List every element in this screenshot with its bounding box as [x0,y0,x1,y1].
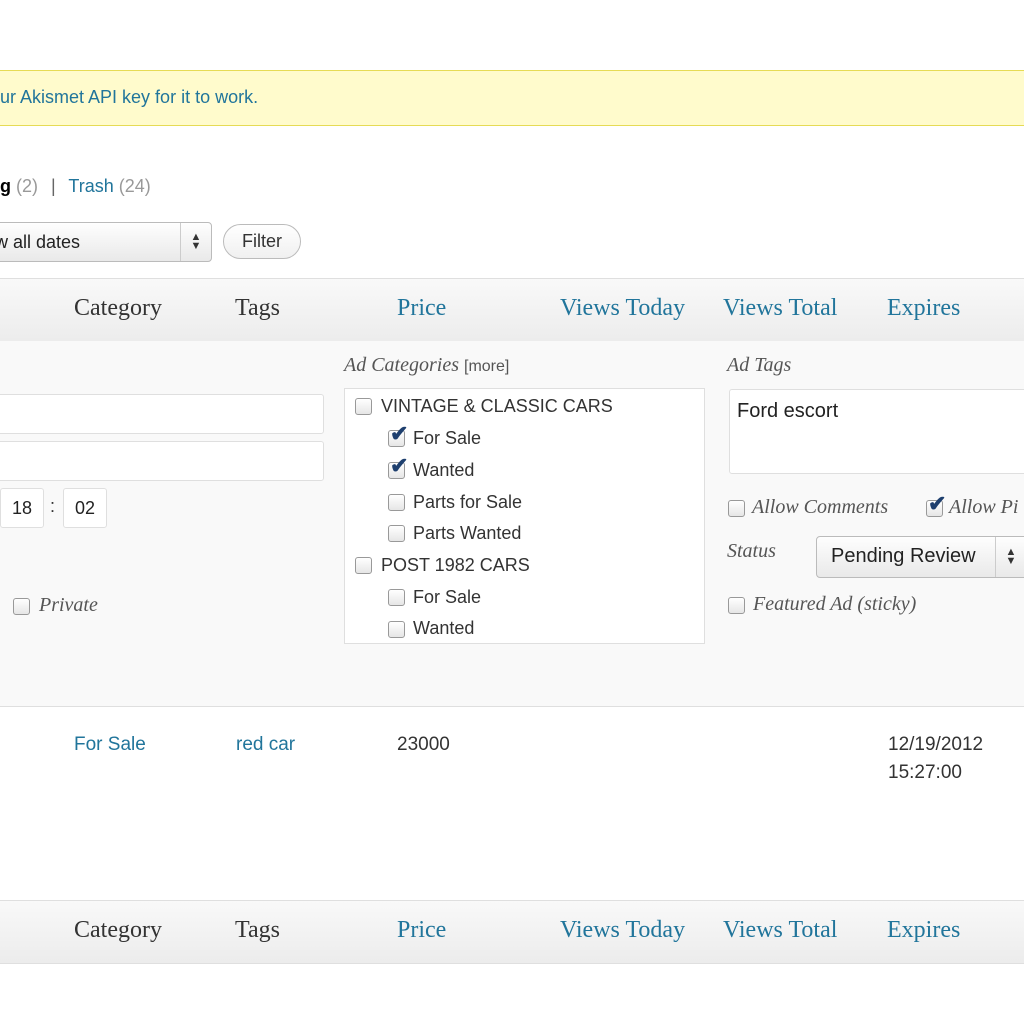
private-label: Private [39,594,98,616]
category-checkbox-vintage-for-sale[interactable]: ✔ [388,423,408,447]
row-expires-time: 15:27:00 [888,762,962,783]
row-tags-link[interactable]: red car [236,734,295,756]
category-label-post-1982-for-sale: For Sale [413,587,482,607]
category-checkbox-post-1982-wanted[interactable] [388,621,405,638]
trash-count: (24) [118,176,151,196]
akismet-notice: ur Akismet API key for it to work. [0,70,1024,126]
table-header-bottom: Category Tags Price Views Today Views To… [0,900,1024,964]
time-separator: : [50,496,56,516]
notice-text: ur Akismet API key for it to work. [0,87,259,107]
column-expires[interactable]: Expires [887,917,960,944]
ad-categories-title: Ad Categories [more] [344,354,509,377]
slug-input[interactable] [0,441,324,481]
hour-input[interactable]: 18 [0,488,44,528]
category-label-post-1982-wanted: Wanted [413,618,475,638]
ad-tags-textarea[interactable]: Ford escort [729,389,1024,474]
column-category: Category [74,295,162,321]
ad-tags-value: Ford escort [737,400,839,422]
category-label-parts-wanted: Parts Wanted [413,523,522,543]
date-filter-value: w all dates [0,232,81,252]
column-views-total[interactable]: Views Total [723,917,837,944]
category-label-parts-for-sale: Parts for Sale [413,492,523,512]
checkmark-icon: ✔ [390,453,409,478]
category-checkbox-vintage[interactable] [355,398,372,415]
column-views-today[interactable]: Views Today [560,295,685,322]
status-link-pending[interactable]: g [0,176,11,196]
minute-input[interactable]: 02 [63,488,107,528]
column-category: Category [74,917,162,943]
table-header-top: Category Tags Price Views Today Views To… [0,278,1024,342]
ad-categories-title-text: Ad Categories [344,354,459,376]
private-checkbox[interactable] [13,598,30,615]
allow-pings-checkbox[interactable]: ✔ [926,493,946,517]
column-expires[interactable]: Expires [887,295,960,322]
column-tags: Tags [235,295,280,321]
status-link-trash[interactable]: Trash [68,176,113,196]
ad-tags-title: Ad Tags [727,354,792,376]
allow-comments-label: Allow Comments [752,496,889,518]
category-label-vintage: VINTAGE & CLASSIC CARS [381,396,613,416]
status-label: Status [727,540,776,562]
row-price: 23000 [397,734,450,755]
column-views-total[interactable]: Views Total [723,295,837,322]
status-value: Pending Review [831,545,976,567]
column-price[interactable]: Price [397,295,446,322]
category-label-vintage-for-sale: For Sale [413,428,482,448]
featured-ad-checkbox[interactable] [728,597,745,614]
category-checkbox-parts-for-sale[interactable] [388,494,405,511]
pending-count: (2) [16,176,39,196]
allow-comments-checkbox[interactable] [728,500,745,517]
status-links: g (2) | Trash (24) [0,176,151,197]
row-expires-date: 12/19/2012 [888,734,984,755]
title-input[interactable] [0,394,324,434]
row-divider [0,706,1024,707]
column-views-today[interactable]: Views Today [560,917,685,944]
status-select[interactable]: Pending Review ▲ ▼ [816,536,1024,578]
date-filter-select[interactable]: w all dates ▲ ▼ [0,222,212,262]
categories-more-link[interactable]: [more] [464,358,509,375]
row-category-link[interactable]: For Sale [74,734,146,756]
featured-ad-label: Featured Ad (sticky) [753,593,917,615]
status-separator: | [51,176,56,196]
category-checkbox-post-1982-for-sale[interactable] [388,589,405,606]
category-label-vintage-wanted: Wanted [413,460,475,480]
category-checkbox-vintage-wanted[interactable]: ✔ [388,455,408,479]
category-label-post-1982: POST 1982 CARS [381,555,530,575]
category-checkbox-post-1982[interactable] [355,557,372,574]
allow-pings-label: Allow Pi [949,496,1019,518]
category-checkbox-parts-wanted[interactable] [388,525,405,542]
column-price[interactable]: Price [397,917,446,944]
column-tags: Tags [235,917,280,943]
select-arrows-icon: ▲ ▼ [995,537,1024,577]
checkmark-icon: ✔ [390,421,409,446]
filter-button[interactable]: Filter [223,224,301,259]
checkmark-icon: ✔ [928,491,947,516]
select-arrows-icon: ▲ ▼ [180,223,211,261]
